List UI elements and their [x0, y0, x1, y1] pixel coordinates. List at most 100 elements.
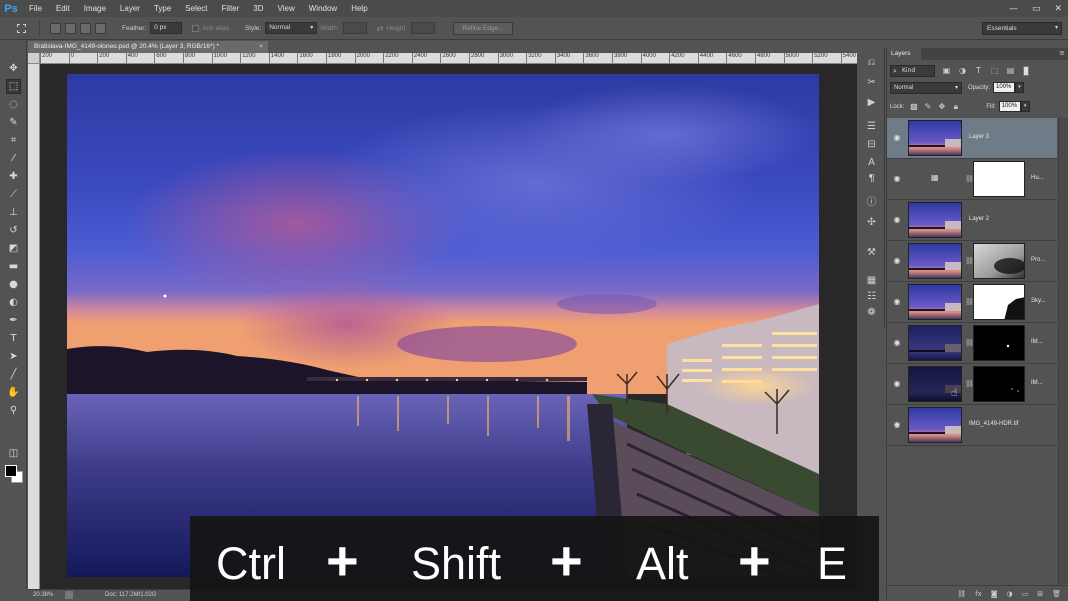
layer-name[interactable]: IM... [1031, 339, 1043, 345]
opacity-dropdown[interactable]: ▾ [1015, 82, 1025, 93]
menu-edit[interactable]: Edit [49, 4, 77, 13]
navigator-icon[interactable]: ✣ [865, 216, 878, 229]
minimize-icon[interactable]: — [1009, 4, 1018, 14]
layer-name[interactable]: IMG_4149-HDR.tif [969, 421, 1018, 427]
layer-row[interactable]: ◉ IMG_4149-HDR.tif [887, 405, 1057, 446]
filter-toggle[interactable] [1023, 65, 1029, 76]
new-adjustment-layer-icon[interactable]: ◑ [1007, 590, 1013, 598]
zoom-tool-icon[interactable]: ⚲ [6, 403, 21, 418]
layer-name[interactable]: IM... [1031, 380, 1043, 386]
add-selection-button[interactable] [65, 22, 76, 34]
close-tab-icon[interactable]: × [259, 41, 263, 53]
mask-link-icon[interactable]: ⛓ [965, 338, 974, 348]
type-tool-icon[interactable]: T [6, 331, 21, 346]
layer-row[interactable]: ◉ ▦ ⛓ Hu... [887, 159, 1057, 200]
visibility-eye-icon[interactable]: ◉ [892, 215, 902, 225]
foreground-color-swatch[interactable] [5, 465, 17, 477]
layer-style-icon[interactable]: fx [975, 590, 982, 598]
history-brush-tool-icon[interactable]: ↺ [6, 223, 21, 238]
intersect-selection-button[interactable] [95, 22, 106, 34]
visibility-eye-icon[interactable]: ◉ [892, 420, 902, 430]
play-icon[interactable]: ▶ [865, 96, 878, 109]
layer-row[interactable]: ◉ ⛓ Pro... [887, 241, 1057, 282]
layer-row[interactable]: ◉ ⛓ Sky... [887, 282, 1057, 323]
eyedropper-tool-icon[interactable]: ⁄ [6, 151, 21, 166]
dodge-tool-icon[interactable]: ◐ [6, 295, 21, 310]
swap-icon[interactable]: ⇄ [377, 24, 384, 33]
clone-stamp-tool-icon[interactable]: ⊥ [6, 205, 21, 220]
smart-object-filter-icon[interactable]: ▤ [1006, 66, 1015, 75]
menu-window[interactable]: Window [302, 4, 344, 13]
refine-edge-button[interactable]: Refine Edge... [452, 21, 513, 35]
visibility-eye-icon[interactable]: ◉ [892, 174, 902, 184]
paragraph-icon[interactable]: ¶ [865, 172, 878, 185]
new-layer-icon[interactable]: ⊞ [1037, 590, 1043, 598]
layer-name[interactable]: Layer 3 [969, 134, 989, 140]
info-icon[interactable]: ⓘ [865, 196, 878, 209]
height-input[interactable] [410, 22, 435, 34]
opacity-input[interactable]: 100% [993, 82, 1016, 93]
layer-mask-thumbnail[interactable] [973, 284, 1025, 320]
brush-presets-icon[interactable]: ☰ [865, 120, 878, 133]
style-select[interactable]: Normal [265, 22, 318, 34]
menu-filter[interactable]: Filter [215, 4, 247, 13]
shape-tool-icon[interactable]: ╱ [6, 367, 21, 382]
lasso-tool-icon[interactable]: ◌ [6, 97, 21, 112]
properties-icon[interactable]: ☷ [865, 290, 878, 303]
brush-tool-icon[interactable]: ⟋ [6, 187, 21, 202]
character-icon[interactable]: A [865, 156, 878, 169]
path-selection-tool-icon[interactable]: ➤ [6, 349, 21, 364]
fill-dropdown[interactable]: ▾ [1020, 101, 1030, 112]
blur-tool-icon[interactable]: ● [6, 277, 21, 292]
layer-mask-thumbnail[interactable] [973, 243, 1025, 279]
mask-link-icon[interactable]: ⛓ [965, 297, 974, 307]
type-filter-icon[interactable]: T [974, 66, 983, 75]
lock-all-icon[interactable]: 🔒︎ [951, 102, 960, 111]
adjustments-icon[interactable]: ▦ [865, 274, 878, 287]
blend-mode-select[interactable]: Normal [890, 81, 962, 94]
clone-source-icon[interactable]: ⊟ [865, 138, 878, 151]
subtract-selection-button[interactable] [80, 22, 91, 34]
mask-link-icon[interactable]: ⛓ [965, 256, 974, 266]
ruler-origin[interactable] [28, 53, 40, 64]
workspace-select[interactable]: Essentials [982, 22, 1062, 35]
lock-position-icon[interactable]: ✥ [937, 102, 946, 111]
layer-mask-thumbnail[interactable] [973, 161, 1025, 197]
lock-pixels-icon[interactable]: ✎ [923, 102, 932, 111]
delete-layer-icon[interactable]: 🗑︎ [1052, 590, 1061, 598]
menu-help[interactable]: Help [344, 4, 374, 13]
marquee-tool-icon[interactable]: ⬚ [6, 79, 21, 94]
close-icon[interactable]: ✕ [1054, 4, 1062, 14]
mask-link-icon[interactable]: ⛓ [965, 379, 974, 389]
antialias-checkbox[interactable] [192, 24, 200, 32]
move-tool-icon[interactable]: ✥ [6, 61, 21, 76]
layer-name[interactable]: Sky... [1031, 298, 1046, 304]
layer-row[interactable]: ◉ Layer 2 [887, 200, 1057, 241]
zoom-level[interactable]: 20.38% [33, 592, 53, 598]
lock-transparent-icon[interactable]: ▩ [909, 102, 918, 111]
gradient-tool-icon[interactable]: ▬ [6, 259, 21, 274]
styles-icon[interactable]: ❁ [865, 306, 878, 319]
menu-image[interactable]: Image [77, 4, 113, 13]
menu-view[interactable]: View [271, 4, 302, 13]
layer-row[interactable]: ◉ ⛓ IM... [887, 323, 1057, 364]
status-menu-icon[interactable] [65, 591, 73, 599]
healing-brush-tool-icon[interactable]: ✚ [6, 169, 21, 184]
menu-file[interactable]: File [22, 4, 49, 13]
feather-input[interactable]: 0 px [150, 22, 183, 34]
eraser-tool-icon[interactable]: ◩ [6, 241, 21, 256]
new-group-icon[interactable]: ▭ [1022, 590, 1029, 598]
menu-layer[interactable]: Layer [113, 4, 147, 13]
layer-name[interactable]: Layer 2 [969, 216, 989, 222]
layers-scrollbar[interactable] [1058, 118, 1068, 584]
hand-tool-icon[interactable]: ✋ [6, 385, 21, 400]
add-mask-icon[interactable]: ◙ [991, 590, 998, 598]
menu-type[interactable]: Type [147, 4, 178, 13]
layer-row[interactable]: ◉ Layer 3 [887, 118, 1057, 159]
fill-input[interactable]: 100% [998, 101, 1021, 112]
layers-tab[interactable]: Layers [887, 48, 921, 60]
visibility-eye-icon[interactable]: ◉ [892, 297, 902, 307]
pen-tool-icon[interactable]: ✒ [6, 313, 21, 328]
width-input[interactable] [342, 22, 367, 34]
layer-mask-thumbnail[interactable] [973, 366, 1025, 402]
